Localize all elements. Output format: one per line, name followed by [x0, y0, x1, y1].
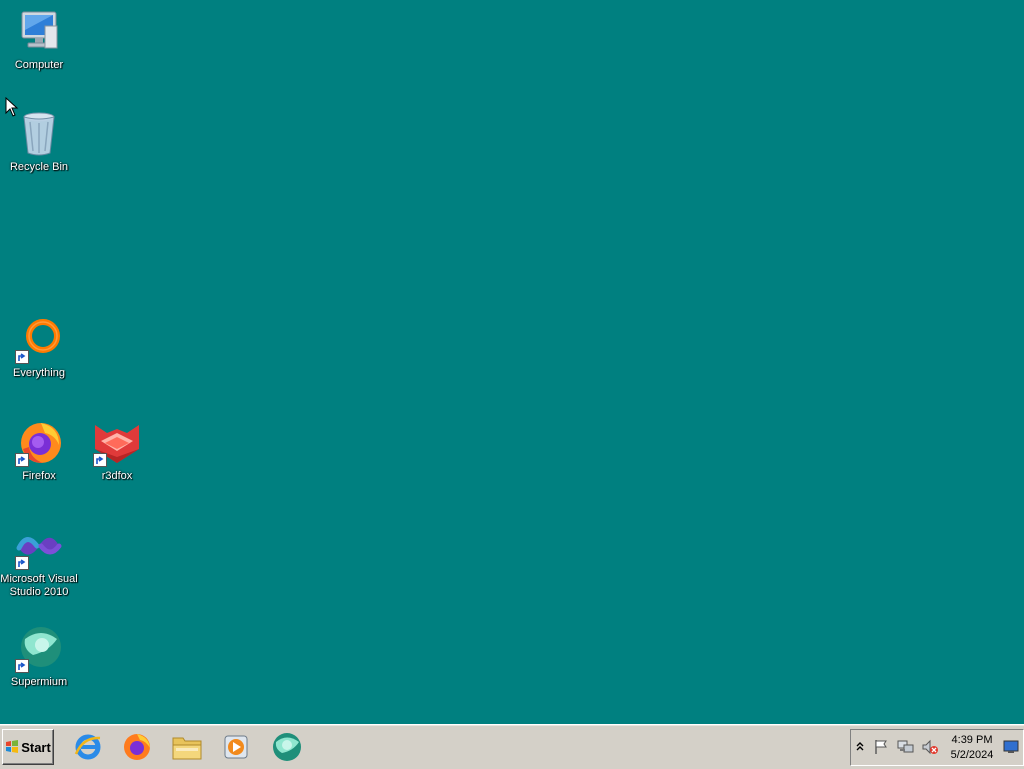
firefox-icon	[15, 419, 63, 467]
shortcut-arrow-icon	[15, 453, 29, 467]
shortcut-arrow-icon	[15, 556, 29, 570]
desktop-icon-firefox[interactable]: Firefox	[0, 419, 78, 483]
desktop-icon-label: Firefox	[22, 470, 56, 482]
file-explorer-icon	[172, 737, 202, 760]
start-label: Start	[21, 739, 51, 755]
taskbar-pin-file-explorer[interactable]	[169, 729, 205, 765]
network-icon[interactable]	[897, 739, 915, 760]
recycle-bin-icon	[15, 110, 63, 158]
supermium-icon	[273, 733, 301, 761]
system-tray: 4:39 PM 5/2/2024	[850, 729, 1024, 766]
desktop-icon-label: Computer	[14, 59, 64, 71]
show-desktop-icon[interactable]	[1003, 740, 1019, 759]
taskbar-pin-supermium[interactable]	[269, 729, 305, 765]
desktop-icon-recycle-bin[interactable]: Recycle Bin	[0, 110, 78, 174]
shortcut-arrow-icon	[15, 659, 29, 673]
clock-date: 5/2/2024	[950, 749, 994, 761]
shortcut-arrow-icon	[15, 350, 29, 364]
taskbar-pin-media-player[interactable]	[218, 729, 254, 765]
internet-explorer-icon	[74, 734, 101, 760]
media-player-icon	[224, 735, 248, 759]
action-center-flag-icon[interactable]	[873, 739, 889, 760]
desktop-icon-computer[interactable]: Computer	[0, 8, 78, 72]
desktop-icon-supermium[interactable]: Supermium	[0, 625, 78, 689]
r3dfox-icon	[93, 419, 141, 467]
desktop-icon-visual-studio[interactable]: Microsoft Visual Studio 2010	[0, 522, 78, 599]
desktop-icon-everything[interactable]: Everything	[0, 316, 78, 380]
taskbar-clock[interactable]: 4:39 PM 5/2/2024	[947, 733, 997, 763]
firefox-icon	[124, 734, 150, 760]
volume-muted-icon[interactable]	[921, 739, 939, 760]
mouse-pointer-icon	[5, 97, 19, 117]
taskbar-pin-internet-explorer[interactable]	[70, 729, 106, 765]
windows-logo-icon	[6, 740, 19, 753]
supermium-icon	[15, 625, 63, 673]
taskbar: Start 4:39 PM 5/2/2024	[0, 724, 1024, 769]
label-line-2: Studio 2010	[9, 586, 69, 598]
desktop-icon-r3dfox[interactable]: r3dfox	[78, 419, 156, 483]
show-hidden-icons-chevron[interactable]	[855, 739, 865, 758]
desktop-icon-label: Supermium	[10, 676, 68, 688]
visual-studio-icon	[15, 522, 63, 570]
desktop-icon-label: r3dfox	[101, 470, 133, 482]
desktop-icon-label: Everything	[13, 367, 65, 379]
desktop-icon-label: Microsoft Visual Studio 2010	[0, 573, 78, 599]
desktop-icon-label: Recycle Bin	[9, 161, 69, 173]
start-button[interactable]: Start	[2, 729, 54, 765]
computer-icon	[15, 8, 63, 56]
shortcut-arrow-icon	[93, 453, 107, 467]
taskbar-pin-firefox[interactable]	[119, 729, 155, 765]
desktop[interactable]: Computer Recycle Bin Everything Firefox …	[0, 0, 1024, 724]
label-line-1: Microsoft Visual	[0, 573, 78, 585]
everything-icon	[15, 316, 63, 364]
clock-time: 4:39 PM	[951, 734, 993, 746]
